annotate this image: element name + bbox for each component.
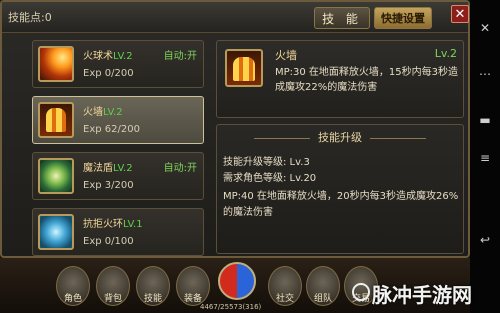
- firewall-icon: [38, 102, 74, 138]
- skill-item-repel-ring[interactable]: 抗拒火环LV.1 Exp 0/100: [32, 208, 204, 256]
- watermark: 脉冲手游网: [372, 283, 472, 307]
- back-icon[interactable]: ↩: [477, 232, 493, 248]
- upgrade-title: 技能升级: [217, 129, 463, 145]
- skill-list: 火球术LV.2 自动:开 Exp 0/200 火墙LV.2 Exp 62/200…: [32, 40, 204, 264]
- hp-mp-orb: [218, 262, 256, 300]
- ellipsis-icon[interactable]: ⋯: [477, 66, 493, 82]
- upgrade-skill-level: 技能升级等级: Lv.3: [223, 157, 310, 168]
- nav-social[interactable]: 社交: [268, 266, 302, 306]
- skill-detail: 火墙 Lv.2 MP:30 在地面释放火墙，15秒内每3秒造成魔攻22%的魔法伤…: [216, 40, 464, 118]
- skill-exp: Exp 0/100: [83, 236, 134, 247]
- nav-skill[interactable]: 技能: [136, 266, 170, 306]
- skill-item-magic-shield[interactable]: 魔法盾LV.2 自动:开 Exp 3/200: [32, 152, 204, 200]
- skill-exp: Exp 62/200: [83, 124, 140, 135]
- mp-readout: 4467/25573(316): [200, 303, 262, 311]
- watermark-logo-icon: [352, 283, 370, 301]
- minimize-icon[interactable]: ▬: [477, 112, 493, 128]
- auto-toggle[interactable]: 自动:开: [164, 159, 197, 174]
- skill-exp: Exp 3/200: [83, 180, 134, 191]
- skill-name: 火墙LV.2: [83, 107, 123, 118]
- nav-bag[interactable]: 背包: [96, 266, 130, 306]
- fireball-icon: [38, 46, 74, 82]
- detail-skill-name: 火墙: [275, 49, 297, 62]
- skill-name: 魔法盾LV.2: [83, 163, 133, 174]
- magic-shield-icon: [38, 158, 74, 194]
- menu-icon[interactable]: ≡: [477, 150, 493, 166]
- skill-points-label: 技能点:0: [8, 11, 52, 24]
- skill-upgrade: 技能升级 技能升级等级: Lv.3 需求角色等级: Lv.20 MP:40 在地…: [216, 124, 464, 254]
- detail-description: MP:30 在地面释放火墙，15秒内每3秒造成魔攻22%的魔法伤害: [275, 67, 459, 93]
- repel-ring-icon: [38, 214, 74, 250]
- skill-name: 抗拒火环LV.1: [83, 219, 143, 230]
- tab-quick-settings[interactable]: 快捷设置: [374, 7, 432, 29]
- skill-panel: 技能点:0 技 能 快捷设置 ✕ 火球术LV.2 自动:开 Exp 0/200 …: [0, 0, 470, 258]
- system-sidebar: ✕ ⋯ ▬ ≡ ↩: [470, 0, 500, 313]
- skill-item-firewall[interactable]: 火墙LV.2 Exp 62/200: [32, 96, 204, 144]
- skill-name: 火球术LV.2: [83, 51, 133, 62]
- upgrade-description: MP:40 在地面释放火墙，20秒内每3秒造成魔攻26%的魔法伤害: [223, 191, 459, 218]
- skill-exp: Exp 0/200: [83, 68, 134, 79]
- panel-header: 技能点:0 技 能 快捷设置 ✕: [2, 2, 469, 33]
- close-button[interactable]: ✕: [451, 5, 469, 23]
- nav-equipment[interactable]: 装备: [176, 266, 210, 306]
- nav-character[interactable]: 角色: [56, 266, 90, 306]
- close-icon[interactable]: ✕: [477, 20, 493, 36]
- skill-item-fireball[interactable]: 火球术LV.2 自动:开 Exp 0/200: [32, 40, 204, 88]
- detail-skill-level: Lv.2: [434, 47, 457, 60]
- upgrade-role-level: 需求角色等级: Lv.20: [223, 173, 317, 184]
- auto-toggle[interactable]: 自动:开: [164, 47, 197, 62]
- firewall-icon: [225, 49, 263, 87]
- tab-skill[interactable]: 技 能: [314, 7, 370, 29]
- nav-team[interactable]: 组队: [306, 266, 340, 306]
